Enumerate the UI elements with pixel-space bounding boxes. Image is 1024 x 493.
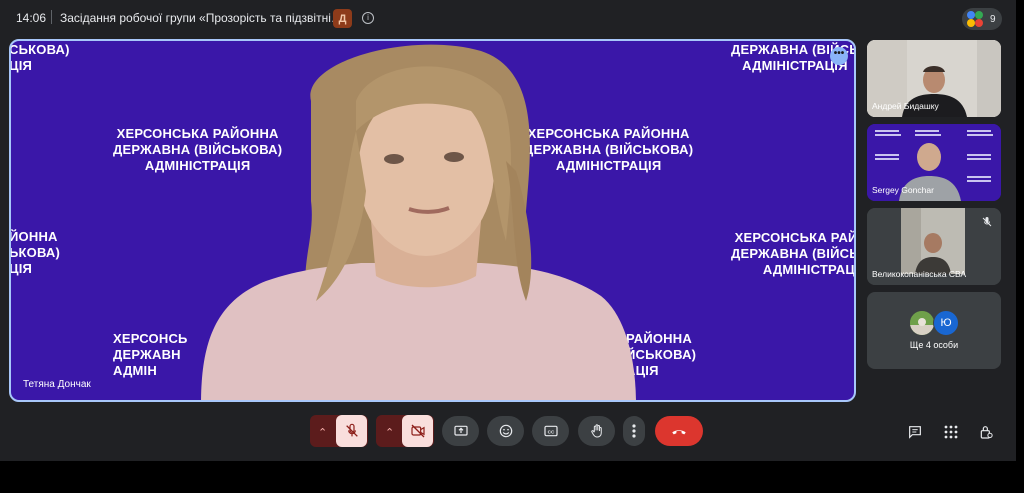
reactions-button[interactable]: [487, 416, 524, 446]
emoji-icon: [499, 424, 512, 438]
chat-button[interactable]: [903, 420, 927, 444]
call-controls: ⌃ ⌃ CC: [303, 408, 712, 454]
clock: 14:06: [16, 11, 47, 25]
end-call-icon: [672, 430, 686, 435]
more-participants-tile[interactable]: Ю Ще 4 особи: [867, 292, 1001, 369]
activities-icon: [944, 425, 958, 439]
avatar: [909, 310, 935, 336]
tile-options-icon[interactable]: •••: [830, 47, 848, 65]
mic-off-icon: [982, 217, 992, 227]
raise-hand-button[interactable]: [578, 416, 615, 446]
avatar-group: Ю: [909, 310, 961, 336]
more-vert-icon: [632, 424, 636, 438]
participants-button[interactable]: 9: [962, 8, 1002, 30]
speaker-video: [201, 44, 636, 400]
chevron-up-icon[interactable]: ⌃: [318, 426, 327, 439]
participant-name: Великокопанівська СВА: [872, 269, 967, 279]
camera-toggle-button[interactable]: [402, 415, 433, 447]
participant-tile[interactable]: Sergey Gonchar: [867, 124, 1001, 201]
host-controls-button[interactable]: [974, 420, 998, 444]
more-options-button[interactable]: [623, 416, 645, 446]
captions-button[interactable]: CC: [532, 416, 569, 446]
main-video-tile[interactable]: СЬКОВА) ЦІЯ ДЕРЖАВНА (ВІЙСЬ АДМІНІСТРАЦІ…: [9, 39, 856, 402]
present-button[interactable]: [442, 416, 479, 446]
mic-toggle-button[interactable]: [336, 415, 367, 447]
meeting-title: Засідання робочої групи «Прозорість та п…: [60, 11, 343, 25]
meet-window: 14:06 Засідання робочої групи «Прозоріст…: [0, 0, 1016, 461]
raise-hand-icon: [590, 424, 602, 438]
mic-off-icon: [345, 423, 358, 437]
divider: [51, 10, 52, 24]
host-controls-icon: [980, 426, 993, 439]
app-badge[interactable]: Д: [333, 9, 352, 28]
participant-name: Sergey Gonchar: [872, 185, 934, 195]
chevron-up-icon[interactable]: ⌃: [385, 426, 394, 439]
chat-icon: [909, 426, 921, 439]
avatar: Ю: [933, 310, 959, 336]
participant-avatars: [967, 11, 987, 27]
participant-tile[interactable]: Андрей Бидашку: [867, 40, 1001, 117]
activities-button[interactable]: [939, 420, 963, 444]
top-bar: 14:06 Засідання робочої групи «Прозоріст…: [0, 0, 1016, 36]
participant-count: 9: [990, 13, 996, 25]
participant-name: Андрей Бидашку: [872, 101, 939, 111]
info-icon[interactable]: i: [362, 12, 374, 24]
captions-icon: CC: [543, 425, 558, 437]
present-icon: [453, 425, 468, 436]
speaker-name: Тетяна Дончак: [23, 379, 91, 390]
more-participants-label: Ще 4 особи: [909, 340, 959, 350]
camera-off-icon: [410, 424, 425, 438]
participant-tile[interactable]: Великокопанівська СВА: [867, 208, 1001, 285]
svg-text:CC: CC: [547, 429, 554, 434]
leave-call-button[interactable]: [655, 416, 703, 446]
